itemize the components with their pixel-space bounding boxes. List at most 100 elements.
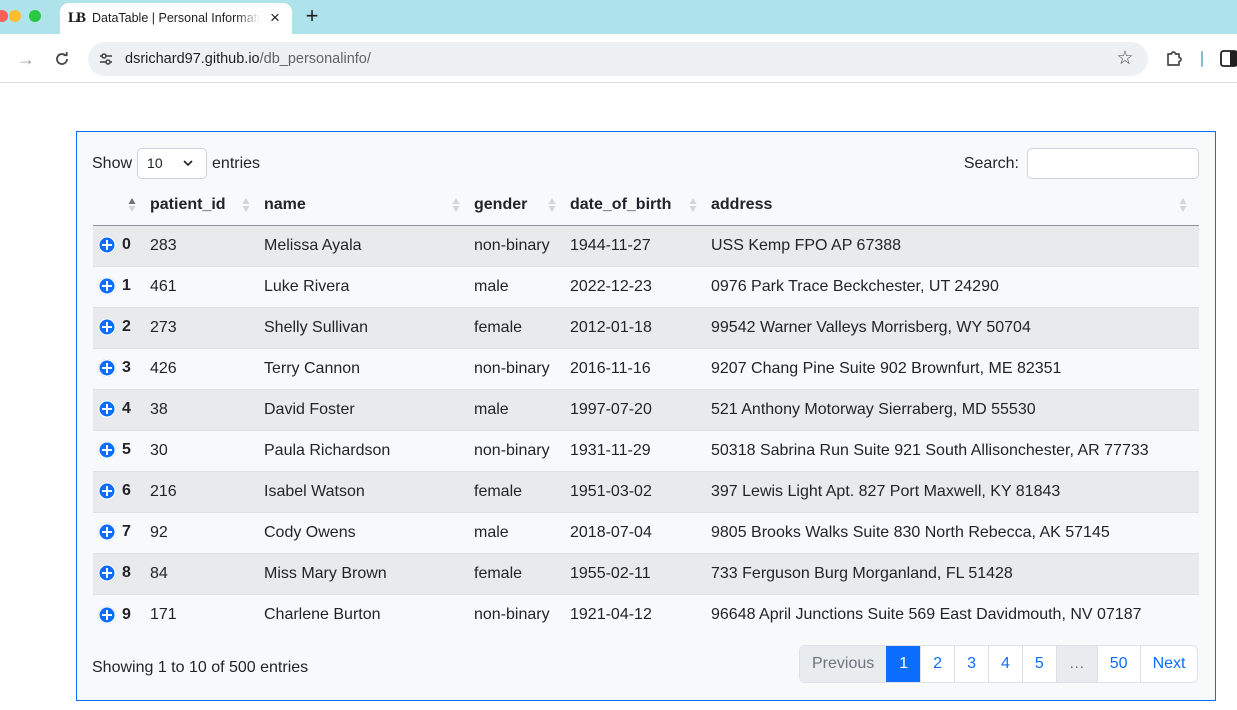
address-cell: 9805 Brooks Walks Suite 830 North Rebecc… xyxy=(703,511,1199,553)
address-cell: USS Kemp FPO AP 67388 xyxy=(703,225,1199,266)
row-index-cell: 8 xyxy=(93,552,142,594)
pagination-page-1[interactable]: 1 xyxy=(886,646,921,682)
date-of-birth-cell: 1997-07-20 xyxy=(562,388,703,430)
patient-id-cell: 38 xyxy=(142,388,256,430)
expand-row-icon[interactable] xyxy=(98,236,116,255)
name-cell: Cody Owens xyxy=(256,511,466,553)
sort-icon xyxy=(1179,198,1187,212)
window-minimize-button[interactable] xyxy=(9,10,21,22)
reload-icon[interactable] xyxy=(51,48,73,70)
table-row[interactable]: 8 84 Miss Mary Brown female 1955-02-11 7… xyxy=(93,552,1199,594)
pagination-page-3[interactable]: 3 xyxy=(954,646,988,682)
gender-cell: non-binary xyxy=(466,225,562,266)
table-row[interactable]: 3 426 Terry Cannon non-binary 2016-11-16… xyxy=(93,347,1199,389)
column-header-gender[interactable]: gender xyxy=(466,185,562,226)
browser-tab-strip: LB DataTable | Personal Information × + xyxy=(0,0,1237,34)
window-close-button[interactable] xyxy=(0,10,8,22)
expand-row-icon[interactable] xyxy=(98,359,116,378)
gender-cell: non-binary xyxy=(466,429,562,471)
entries-per-page-value: 10 xyxy=(147,155,163,171)
table-row[interactable]: 5 30 Paula Richardson non-binary 1931-11… xyxy=(93,429,1199,471)
name-cell: Terry Cannon xyxy=(256,347,466,389)
name-cell: David Foster xyxy=(256,388,466,430)
tab-close-icon[interactable]: × xyxy=(266,9,284,27)
bookmark-star-icon[interactable]: ☆ xyxy=(1114,48,1136,70)
expand-row-icon[interactable] xyxy=(98,318,116,337)
date-of-birth-cell: 2012-01-18 xyxy=(562,306,703,348)
gender-cell: female xyxy=(466,306,562,348)
column-header-index[interactable] xyxy=(93,185,142,226)
entries-length-control: Show 10 entries xyxy=(92,148,260,179)
new-tab-icon[interactable]: + xyxy=(302,4,322,28)
expand-row-icon[interactable] xyxy=(98,277,116,296)
date-of-birth-cell: 1944-11-27 xyxy=(562,225,703,266)
column-header-address[interactable]: address xyxy=(703,185,1199,226)
sort-icon xyxy=(689,198,697,212)
search-input[interactable] xyxy=(1027,148,1199,179)
sort-icon xyxy=(548,198,556,212)
sort-icon xyxy=(242,198,250,212)
address-cell: 9207 Chang Pine Suite 902 Brownfurt, ME … xyxy=(703,347,1199,389)
column-header-patient-id[interactable]: patient_id xyxy=(142,185,256,226)
name-cell: Shelly Sullivan xyxy=(256,306,466,348)
column-header-name[interactable]: name xyxy=(256,185,466,226)
gender-cell: female xyxy=(466,470,562,512)
address-bar[interactable]: dsrichard97.github.io/db_personalinfo/ ☆ xyxy=(88,42,1148,76)
pagination: Previous 1 2 3 4 5 … 50 Next xyxy=(799,645,1199,683)
patients-table: patient_id name gender date_of_birth add… xyxy=(93,185,1199,635)
expand-row-icon[interactable] xyxy=(98,523,116,542)
gender-cell: male xyxy=(466,265,562,307)
entries-label: entries xyxy=(212,154,261,172)
search-control: Search: xyxy=(964,148,1199,179)
row-index-cell: 6 xyxy=(93,470,142,512)
chevron-down-icon xyxy=(183,160,193,167)
address-cell: 96648 April Junctions Suite 569 East Dav… xyxy=(703,593,1199,635)
row-index-cell: 3 xyxy=(93,347,142,389)
table-row[interactable]: 9 171 Charlene Burton non-binary 1921-04… xyxy=(93,593,1199,635)
table-row[interactable]: 7 92 Cody Owens male 2018-07-04 9805 Bro… xyxy=(93,511,1199,553)
date-of-birth-cell: 1931-11-29 xyxy=(562,429,703,471)
expand-row-icon[interactable] xyxy=(98,605,116,624)
patient-id-cell: 216 xyxy=(142,470,256,512)
pagination-page-4[interactable]: 4 xyxy=(987,646,1022,682)
datatable-container: Show 10 entries Search: patient_id name xyxy=(76,131,1216,701)
patient-id-cell: 461 xyxy=(142,265,256,307)
expand-row-icon[interactable] xyxy=(98,564,116,583)
browser-tab[interactable]: LB DataTable | Personal Information × xyxy=(60,3,292,34)
expand-row-icon[interactable] xyxy=(98,482,116,501)
table-row[interactable]: 4 38 David Foster male 1997-07-20 521 An… xyxy=(93,388,1199,430)
date-of-birth-cell: 1955-02-11 xyxy=(562,552,703,594)
row-index-cell: 5 xyxy=(93,429,142,471)
search-label: Search: xyxy=(963,154,1019,172)
site-favicon-icon: LB xyxy=(68,10,86,26)
table-row[interactable]: 0 283 Melissa Ayala non-binary 1944-11-2… xyxy=(93,225,1199,266)
pagination-page-last[interactable]: 50 xyxy=(1096,646,1140,682)
table-row[interactable]: 6 216 Isabel Watson female 1951-03-02 39… xyxy=(93,470,1199,512)
toolbar-divider xyxy=(1201,51,1203,67)
gender-cell: non-binary xyxy=(466,347,562,389)
table-row[interactable]: 1 461 Luke Rivera male 2022-12-23 0976 P… xyxy=(93,265,1199,307)
extensions-puzzle-icon[interactable] xyxy=(1164,48,1186,70)
address-cell: 99542 Warner Valleys Morrisberg, WY 5070… xyxy=(703,306,1199,348)
date-of-birth-cell: 2018-07-04 xyxy=(562,511,703,553)
site-info-icon[interactable] xyxy=(98,51,114,67)
patient-id-cell: 30 xyxy=(142,429,256,471)
expand-row-icon[interactable] xyxy=(98,400,116,419)
window-maximize-button[interactable] xyxy=(29,10,41,22)
pagination-previous-button[interactable]: Previous xyxy=(800,646,887,682)
patient-id-cell: 171 xyxy=(142,593,256,635)
entries-per-page-select[interactable]: 10 xyxy=(137,148,208,179)
pagination-page-5[interactable]: 5 xyxy=(1021,646,1056,682)
patient-id-cell: 84 xyxy=(142,552,256,594)
gender-cell: female xyxy=(466,552,562,594)
table-row[interactable]: 2 273 Shelly Sullivan female 2012-01-18 … xyxy=(93,306,1199,348)
forward-arrow-icon[interactable]: → xyxy=(15,48,37,70)
pagination-page-2[interactable]: 2 xyxy=(920,646,954,682)
gender-cell: male xyxy=(466,511,562,553)
pagination-next-button[interactable]: Next xyxy=(1139,646,1198,682)
expand-row-icon[interactable] xyxy=(98,441,116,460)
row-index-cell: 0 xyxy=(93,225,142,266)
sort-ascending-icon xyxy=(128,198,136,212)
side-panel-icon[interactable] xyxy=(1220,50,1237,67)
column-header-date-of-birth[interactable]: date_of_birth xyxy=(562,185,703,226)
